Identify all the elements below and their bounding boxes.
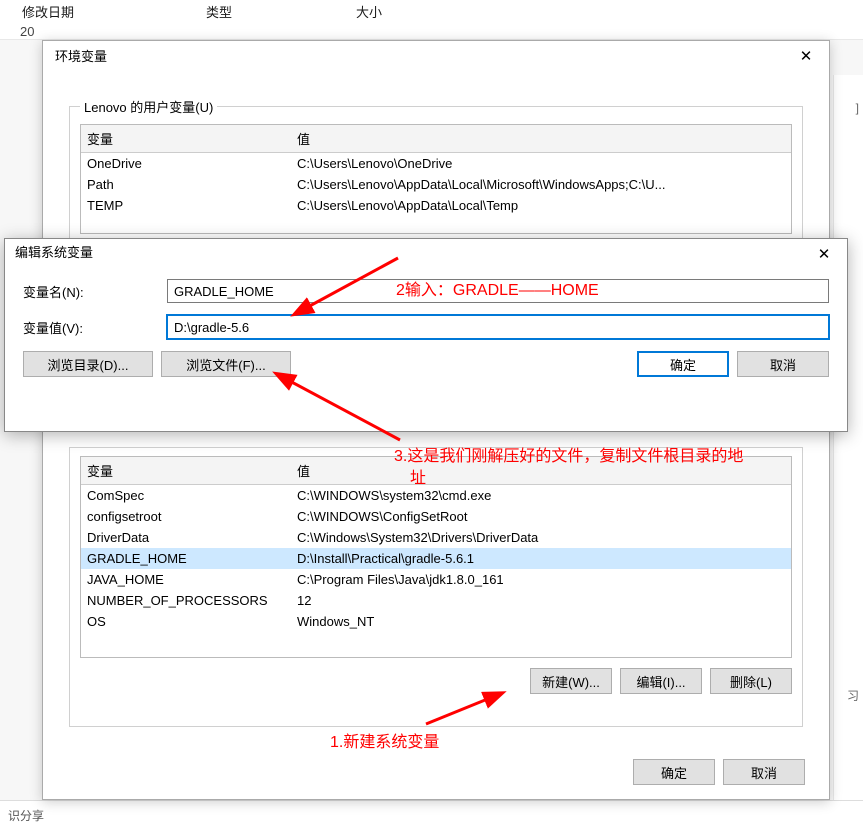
col-size: 大小 xyxy=(356,2,382,21)
delete-button[interactable]: 删除(L) xyxy=(710,668,792,694)
table-row[interactable]: NUMBER_OF_PROCESSORS12 xyxy=(81,590,791,611)
table-row[interactable]: PathC:\Users\Lenovo\AppData\Local\Micros… xyxy=(81,174,791,195)
var-value-label: 变量值(V): xyxy=(23,318,153,337)
table-row[interactable]: DriverDataC:\Windows\System32\Drivers\Dr… xyxy=(81,527,791,548)
edit-sys-var-dialog: 编辑系统变量 ✕ 变量名(N): 变量值(V): 浏览目录(D)... 浏览文件… xyxy=(4,238,848,432)
sys-vars-table[interactable]: 变量 值 ComSpecC:\WINDOWS\system32\cmd.exec… xyxy=(80,456,792,658)
env-ok-button[interactable]: 确定 xyxy=(633,759,715,785)
col-var-value[interactable]: 值 xyxy=(291,457,791,485)
table-row[interactable]: ComSpecC:\WINDOWS\system32\cmd.exe xyxy=(81,485,791,507)
close-icon[interactable]: ✕ xyxy=(791,45,821,69)
browse-file-button[interactable]: 浏览文件(F)... xyxy=(161,351,291,377)
table-row[interactable]: configsetrootC:\WINDOWS\ConfigSetRoot xyxy=(81,506,791,527)
bg-grid-header: 修改日期 类型 大小 xyxy=(0,0,863,40)
new-button[interactable]: 新建(W)... xyxy=(530,668,612,694)
env-dialog-title: 环境变量 xyxy=(55,49,107,64)
col-date: 修改日期 xyxy=(22,2,74,21)
edit-dialog-title: 编辑系统变量 xyxy=(15,245,93,260)
var-name-input[interactable] xyxy=(167,279,829,303)
close-icon[interactable]: ✕ xyxy=(809,243,839,267)
bg-right-side: 习 ] xyxy=(833,75,863,800)
user-vars-legend: Lenovo 的用户变量(U) xyxy=(80,97,217,116)
edit-cancel-button[interactable]: 取消 xyxy=(737,351,829,377)
col-var-name[interactable]: 变量 xyxy=(81,457,291,485)
bg-footer: 识分享 xyxy=(0,800,863,832)
bg-row-year: 20 xyxy=(20,24,34,39)
col-type: 类型 xyxy=(206,2,232,21)
var-value-input[interactable] xyxy=(167,315,829,339)
var-name-label: 变量名(N): xyxy=(23,282,153,301)
edit-button[interactable]: 编辑(I)... xyxy=(620,668,702,694)
table-row[interactable]: TEMPC:\Users\Lenovo\AppData\Local\Temp xyxy=(81,195,791,216)
col-var-value[interactable]: 值 xyxy=(291,125,791,153)
env-cancel-button[interactable]: 取消 xyxy=(723,759,805,785)
table-row[interactable]: OSWindows_NT xyxy=(81,611,791,632)
col-var-name[interactable]: 变量 xyxy=(81,125,291,153)
sys-vars-group: 变量 值 ComSpecC:\WINDOWS\system32\cmd.exec… xyxy=(69,447,803,727)
user-vars-table[interactable]: 变量 值 OneDriveC:\Users\Lenovo\OneDrivePat… xyxy=(80,124,792,234)
table-row[interactable]: JAVA_HOMEC:\Program Files\Java\jdk1.8.0_… xyxy=(81,569,791,590)
table-row[interactable]: OneDriveC:\Users\Lenovo\OneDrive xyxy=(81,153,791,175)
table-row[interactable]: GRADLE_HOMED:\Install\Practical\gradle-5… xyxy=(81,548,791,569)
edit-ok-button[interactable]: 确定 xyxy=(637,351,729,377)
browse-dir-button[interactable]: 浏览目录(D)... xyxy=(23,351,153,377)
